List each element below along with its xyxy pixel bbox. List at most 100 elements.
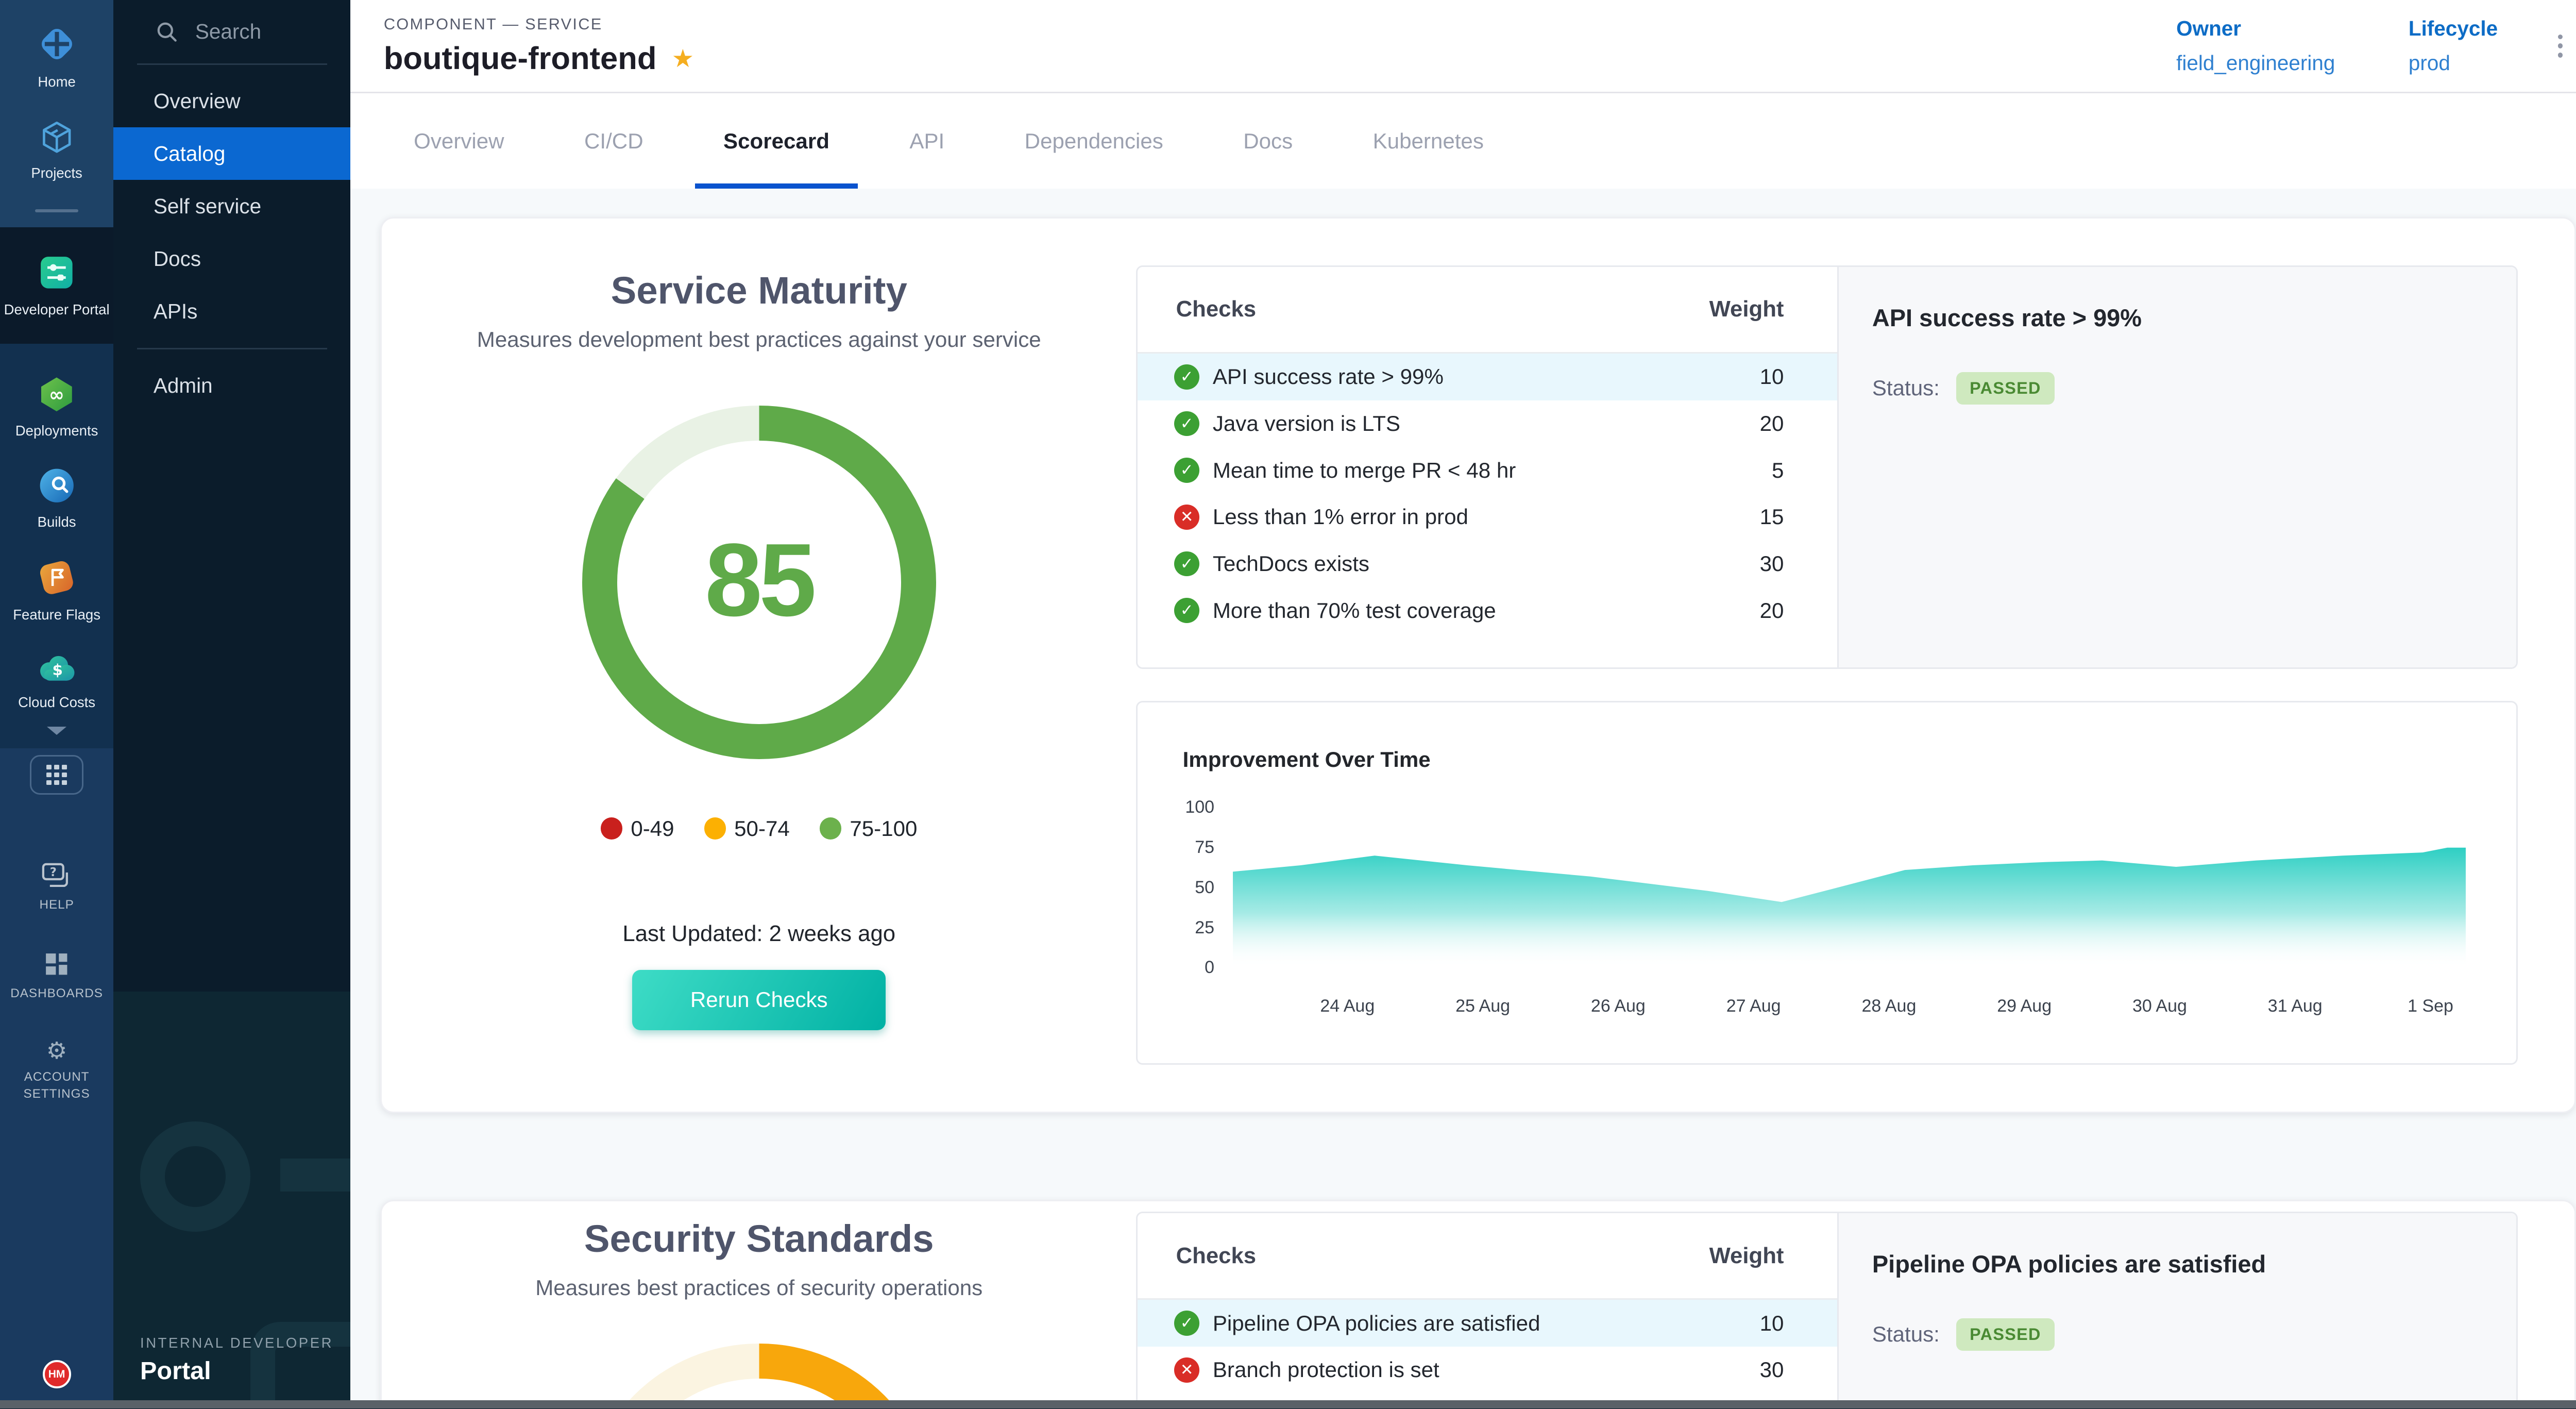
tab-dependencies[interactable]: Dependencies [1025, 93, 1163, 189]
check-passed-icon: ✓ [1174, 551, 1199, 577]
dashboards-icon [43, 950, 71, 979]
lifecycle-value: prod [2409, 51, 2498, 75]
rail-item-builds[interactable]: Builds [0, 451, 113, 543]
search-icon [155, 20, 178, 43]
check-weight: 30 [1760, 1357, 1784, 1382]
tab-kubernetes[interactable]: Kubernetes [1373, 93, 1484, 189]
check-weight: 15 [1760, 505, 1784, 529]
scorecard-content: Service Maturity Measures development be… [350, 189, 2576, 1408]
scorecard-subtitle: Measures best practices of security oper… [382, 1276, 1136, 1300]
owner-link[interactable]: field_engineering [2176, 51, 2335, 75]
check-label: Java version is LTS [1213, 411, 1760, 436]
sidebar-item-self-service[interactable]: Self service [113, 180, 350, 232]
check-label: Mean time to merge PR < 48 hr [1213, 458, 1772, 483]
check-label: Pipeline OPA policies are satisfied [1213, 1311, 1760, 1336]
x-axis-tick: 27 Aug [1726, 996, 1781, 1016]
entity-header: COMPONENT — SERVICE boutique-frontend ★ … [350, 0, 2576, 93]
rail-item-deployments[interactable]: ∞ Deployments [0, 360, 113, 451]
legend-item-50-74: 50-74 [704, 816, 790, 841]
check-weight: 10 [1760, 1311, 1784, 1336]
status-label: Status: [1872, 1322, 1940, 1347]
sidebar-item-apis[interactable]: APIs [113, 285, 350, 338]
tab-ci-cd[interactable]: CI/CD [584, 93, 643, 189]
rail-item-cloud-costs[interactable]: $ Cloud Costs [0, 635, 113, 723]
check-weight: 5 [1772, 458, 1784, 483]
check-label: API success rate > 99% [1213, 364, 1760, 389]
check-row[interactable]: ✓TechDocs exists30 [1138, 541, 1837, 588]
check-row[interactable]: ✓Java version is LTS20 [1138, 400, 1837, 447]
favorite-star-icon[interactable]: ★ [672, 44, 694, 73]
improvement-chart-card: Improvement Over Time [1136, 701, 2518, 1065]
x-axis-tick: 24 Aug [1320, 996, 1375, 1016]
legend-label: 0-49 [631, 816, 674, 841]
check-passed-icon: ✓ [1174, 411, 1199, 437]
y-axis-tick: 25 [1148, 918, 1215, 938]
check-passed-icon: ✓ [1174, 598, 1199, 623]
module-selector-button[interactable] [30, 755, 83, 795]
check-weight: 30 [1760, 551, 1784, 576]
checks-table: Checks Weight ✓Pipeline OPA policies are… [1138, 1213, 1837, 1408]
circuit-line-decoration [280, 1159, 350, 1192]
builds-icon [38, 466, 76, 505]
sidebar-item-docs[interactable]: Docs [113, 232, 350, 285]
sidebar-item-catalog[interactable]: Catalog [113, 127, 350, 180]
rail-item-developer-portal[interactable]: Developer Portal [0, 238, 113, 330]
status-label: Status: [1872, 376, 1940, 400]
security-standards-card: Security Standards Measures best practic… [380, 1200, 2576, 1408]
rail-item-account-settings[interactable]: ⚙ ACCOUNT SETTINGS [10, 1039, 103, 1103]
legend-label: 50-74 [734, 816, 790, 841]
rail-item-help[interactable]: ? HELP [39, 862, 74, 914]
x-axis-tick: 29 Aug [1997, 996, 2052, 1016]
check-row[interactable]: ✓ Pipeline OPA policies are satisfied10 [1138, 1300, 1837, 1347]
check-row[interactable]: ✓More than 70% test coverage20 [1138, 587, 1837, 634]
scorecard-title: Service Maturity [382, 269, 1136, 312]
y-axis-tick: 50 [1148, 878, 1215, 898]
y-axis-tick: 100 [1148, 797, 1215, 817]
chevron-down-icon[interactable] [47, 727, 66, 735]
tab-scorecard[interactable]: Scorecard [723, 93, 829, 189]
developer-portal-icon [37, 253, 77, 293]
status-badge: PASSED [1956, 372, 2054, 405]
tab-api[interactable]: API [909, 93, 944, 189]
grid-icon [46, 765, 66, 785]
tab-docs[interactable]: Docs [1243, 93, 1293, 189]
check-passed-icon: ✓ [1174, 1311, 1199, 1336]
gear-icon: ⚙ [46, 1039, 67, 1062]
help-chat-icon: ? [41, 862, 73, 890]
sidebar-item-admin[interactable]: Admin [113, 359, 350, 412]
rail-item-home[interactable]: Home [0, 8, 113, 103]
svg-text:∞: ∞ [49, 384, 64, 406]
sidebar-search[interactable]: Search [113, 0, 350, 63]
cloud-costs-icon: $ [36, 650, 78, 685]
service-maturity-card: Service Maturity Measures development be… [380, 217, 2576, 1113]
check-passed-icon: ✓ [1174, 458, 1199, 483]
rail-item-feature-flags[interactable]: Feature Flags [0, 543, 113, 635]
kebab-menu-icon[interactable] [2548, 23, 2573, 68]
check-detail-panel: API success rate > 99% Status: PASSED [1837, 267, 2516, 668]
lifecycle-meta: Lifecycle prod [2409, 16, 2498, 75]
rail-item-projects[interactable]: Projects [0, 103, 113, 194]
check-row[interactable]: ✕Branch protection is set30 [1138, 1347, 1837, 1394]
chart-title: Improvement Over Time [1183, 747, 1431, 772]
check-row[interactable]: ✓ Mean time to merge PR < 48 hr5 [1138, 447, 1837, 494]
page-title: boutique-frontend [384, 40, 657, 77]
legend-dot [704, 817, 726, 839]
rerun-checks-button[interactable]: Rerun Checks [632, 970, 886, 1030]
x-axis-tick: 25 Aug [1455, 996, 1510, 1016]
area-chart [1233, 808, 2466, 968]
sidebar-item-overview[interactable]: Overview [113, 75, 350, 127]
tab-overview[interactable]: Overview [414, 93, 504, 189]
checks-panel: Checks Weight ✓API success rate > 99%10✓… [1136, 265, 2518, 669]
user-avatar[interactable]: HM [43, 1360, 71, 1388]
horizontal-scrollbar[interactable] [0, 1400, 2576, 1408]
check-label: Branch protection is set [1213, 1357, 1760, 1382]
check-detail-title: Pipeline OPA policies are satisfied [1872, 1250, 2483, 1278]
check-failed-icon: ✕ [1174, 505, 1199, 530]
check-row[interactable]: ✕Less than 1% error in prod15 [1138, 494, 1837, 541]
projects-cube-icon [38, 118, 76, 156]
check-row[interactable]: ✓API success rate > 99%10 [1138, 354, 1837, 400]
score-donut: 85 [582, 406, 936, 760]
last-updated-text: Last Updated: 2 weeks ago [382, 921, 1136, 947]
rail-item-dashboards[interactable]: DASHBOARDS [10, 950, 103, 1002]
harness-home-icon [36, 23, 78, 65]
